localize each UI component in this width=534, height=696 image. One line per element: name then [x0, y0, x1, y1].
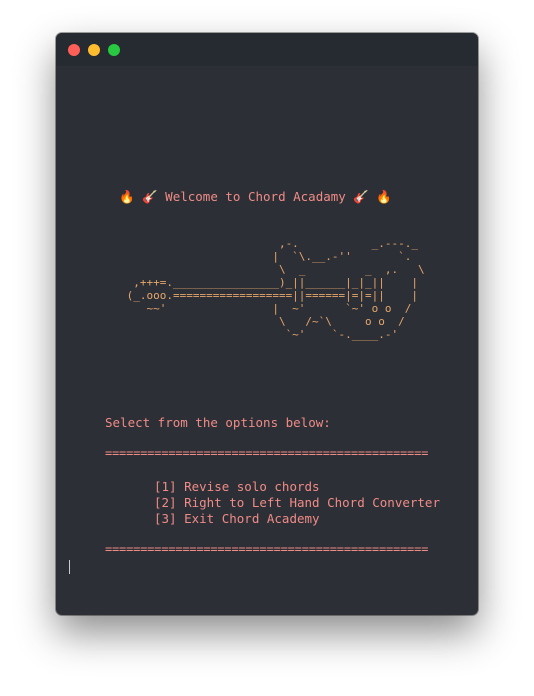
minimize-window-button[interactable] — [88, 44, 100, 56]
close-window-button[interactable] — [68, 44, 80, 56]
terminal-output[interactable]: 🔥 🎸 Welcome to Chord Acadamy 🎸 🔥 ,-. _.-… — [56, 66, 478, 615]
menu-divider-bottom: ========================================… — [105, 542, 429, 556]
maximize-window-button[interactable] — [108, 44, 120, 56]
menu-divider-top: ========================================… — [105, 446, 429, 460]
terminal-window: 🔥 🎸 Welcome to Chord Acadamy 🎸 🔥 ,-. _.-… — [56, 33, 478, 615]
menu-option-chord-converter[interactable]: [2] Right to Left Hand Chord Converter — [154, 495, 440, 511]
menu-options: [1] Revise solo chords [2] Right to Left… — [154, 479, 440, 527]
guitar-ascii-art: ,-. _.---._ | `\.__.-'' `. \ _ _ ,. \ ,+… — [126, 237, 425, 341]
menu-option-exit[interactable]: [3] Exit Chord Academy — [154, 511, 440, 527]
menu-prompt: Select from the options below: — [105, 415, 331, 430]
window-titlebar — [56, 33, 478, 66]
text-cursor — [69, 560, 70, 574]
menu-option-revise-solo-chords[interactable]: [1] Revise solo chords — [154, 479, 440, 495]
welcome-banner: 🔥 🎸 Welcome to Chord Acadamy 🎸 🔥 — [119, 189, 392, 204]
